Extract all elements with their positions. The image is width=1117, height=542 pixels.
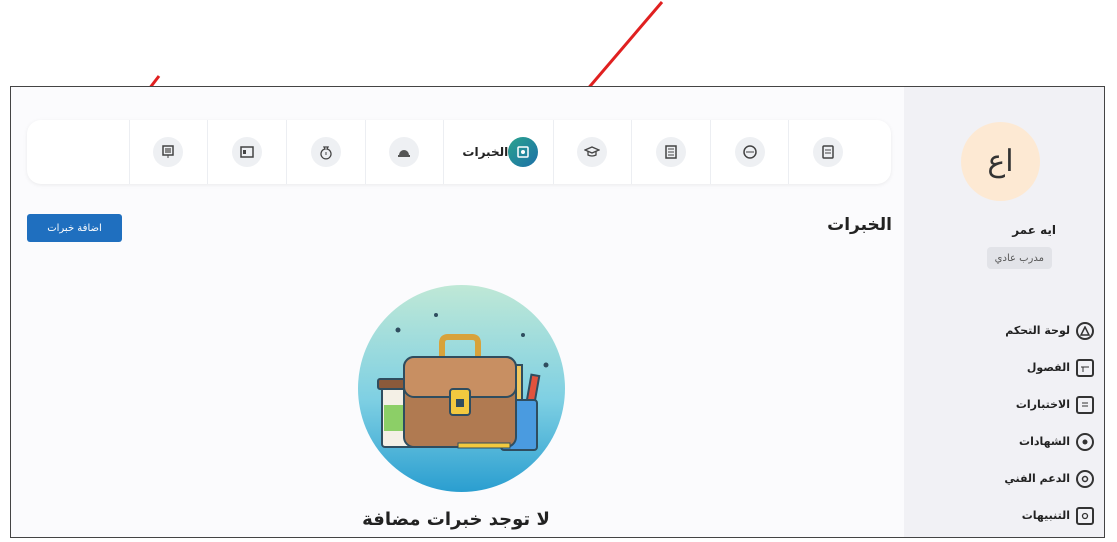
profile-tabs-bar: الخبرات — [27, 120, 891, 184]
sidebar-item-label: الشهادات — [1019, 435, 1070, 448]
document-icon — [655, 137, 686, 167]
sidebar-item-certificates[interactable]: الشهادات — [914, 423, 1094, 460]
tab-finance[interactable] — [285, 120, 365, 184]
sidebar-item-classes[interactable]: الفصول — [914, 349, 1094, 386]
empty-state-message: لا توجد خبرات مضافة — [362, 509, 550, 530]
tab-empty[interactable] — [51, 120, 129, 184]
tab-certificates[interactable] — [788, 120, 867, 184]
app-window: الخبرات اضافة خبرات الخبرات لا توجد خبرا… — [10, 86, 1105, 538]
sidebar-menu: لوحة التحكم الفصول الاختبارات الشهادات ا… — [914, 312, 1094, 534]
certificates-icon — [1076, 432, 1094, 451]
tab-personal[interactable] — [709, 120, 789, 184]
support-icon — [1076, 469, 1094, 488]
experience-icon — [508, 137, 539, 167]
tab-experiences[interactable]: الخبرات — [443, 120, 552, 184]
tab-documents[interactable] — [631, 120, 710, 184]
user-name: ايه عمر — [1012, 223, 1056, 237]
id-card-icon — [232, 137, 263, 167]
tab-id[interactable] — [207, 120, 286, 184]
classes-icon — [1076, 358, 1094, 377]
user-role-badge: مدرب عادي — [986, 247, 1052, 269]
certificate-icon — [813, 137, 844, 167]
sidebar: اع ايه عمر مدرب عادي لوحة التحكم الفصول — [904, 87, 1104, 537]
sidebar-item-label: الاختبارات — [1015, 398, 1070, 411]
dashboard-icon — [1076, 321, 1094, 340]
sidebar-item-exams[interactable]: الاختبارات — [914, 386, 1094, 423]
graduation-cap-icon — [577, 137, 608, 167]
sidebar-item-label: الدعم الفني — [1004, 472, 1070, 485]
tab-education[interactable] — [552, 120, 632, 184]
exams-icon — [1076, 395, 1094, 414]
sidebar-item-dashboard[interactable]: لوحة التحكم — [914, 312, 1094, 349]
smile-icon — [734, 137, 765, 167]
add-experience-button[interactable]: اضافة خبرات — [27, 214, 122, 242]
sidebar-item-support[interactable]: الدعم الفني — [914, 460, 1094, 497]
page-title: الخبرات — [827, 215, 892, 235]
sidebar-item-label: التنبيهات — [1021, 509, 1070, 522]
main-content: الخبرات اضافة خبرات الخبرات لا توجد خبرا… — [11, 87, 904, 537]
tab-experiences-label: الخبرات — [462, 145, 509, 159]
sidebar-item-label: الفصول — [1026, 361, 1070, 374]
empty-state-illustration — [358, 285, 565, 492]
money-bag-icon — [310, 137, 341, 167]
tab-courses[interactable] — [128, 120, 208, 184]
presentation-icon — [153, 137, 184, 167]
helmet-icon — [389, 137, 420, 167]
sidebar-item-notifications[interactable]: التنبيهات — [914, 497, 1094, 534]
notifications-icon — [1076, 506, 1094, 525]
tab-skills[interactable] — [364, 120, 444, 184]
sidebar-item-label: لوحة التحكم — [1005, 324, 1070, 337]
avatar[interactable]: اع — [961, 122, 1040, 201]
